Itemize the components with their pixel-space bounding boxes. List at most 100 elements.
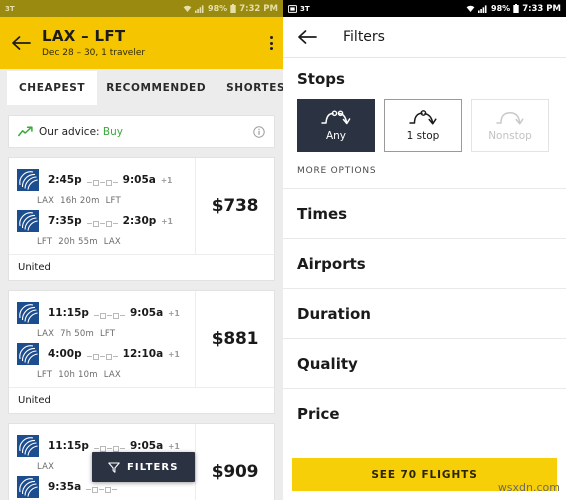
advice-text: Our advice: Buy <box>39 126 123 138</box>
tab-shortest[interactable]: SHORTEST <box>216 73 283 103</box>
flight-leg: 2:45p 9:05a +1 <box>9 165 195 195</box>
leg-times: 11:15p 9:05a +1 <box>48 440 180 452</box>
stops-option-one-stop[interactable]: 1 stop <box>384 99 462 152</box>
depart-time: 11:15p <box>48 307 89 319</box>
filter-section-label: Price <box>297 404 340 423</box>
status-bar-right-group: 98% 7:33 PM <box>466 4 561 14</box>
filters-screen: 3T 98% 7:33 PM Filters Stops Any 1 stop … <box>283 0 566 500</box>
arrive-time: 9:05a <box>122 174 156 186</box>
info-icon[interactable] <box>253 125 265 138</box>
leg-times: 4:00p 12:10a +1 <box>48 348 180 360</box>
app-bar-right: Filters <box>283 17 566 57</box>
origin-code: LAX <box>37 462 55 472</box>
filter-section-label: Quality <box>297 354 358 373</box>
filter-section-airports[interactable]: Airports <box>283 238 566 288</box>
status-bar-right-group: 98% 7:32 PM <box>183 4 278 14</box>
destination-code: LFT <box>105 196 121 206</box>
clock-label: 7:33 PM <box>522 3 561 14</box>
tab-cheapest[interactable]: CHEAPEST <box>8 72 97 104</box>
filter-section-times[interactable]: Times <box>283 188 566 238</box>
wifi-icon <box>183 5 192 13</box>
day-offset-badge: +1 <box>168 350 180 359</box>
tab-recommended[interactable]: RECOMMENDED <box>96 73 216 103</box>
carrier-label: United <box>9 387 274 413</box>
leg-info: 11:15p 9:05a +1 <box>48 440 180 452</box>
depart-time: 11:15p <box>48 440 89 452</box>
united-logo <box>17 435 39 457</box>
battery-percent-label: 98% <box>491 4 511 13</box>
watermark: wsxdn.com <box>497 481 560 494</box>
day-offset-badge: +1 <box>168 309 180 318</box>
united-logo <box>17 169 39 191</box>
back-button-left[interactable] <box>6 35 36 51</box>
united-logo <box>17 302 39 324</box>
leg-times: 7:35p 2:30p +1 <box>48 215 173 227</box>
leg-times: 11:15p 9:05a +1 <box>48 307 180 319</box>
day-offset-badge: +1 <box>160 176 173 185</box>
destination-code: LAX <box>103 237 121 247</box>
flight-leg: 4:00p 12:10a +1 <box>9 339 195 369</box>
leg-info: 9:35a <box>48 481 118 493</box>
origin-code: LFT <box>37 237 53 247</box>
flight-price: $881 <box>211 329 259 349</box>
back-arrow-icon <box>298 30 317 44</box>
filter-section-price[interactable]: Price <box>283 388 566 438</box>
one-stop-icon <box>406 109 440 127</box>
kebab-menu-icon[interactable] <box>270 36 273 50</box>
filters-fab-button[interactable]: FILTERS <box>92 452 195 482</box>
sort-tabs: CHEAPEST RECOMMENDED SHORTEST <box>0 69 283 107</box>
route-header-texts: LAX – LFT Dec 28 – 30, 1 traveler <box>42 27 146 59</box>
nonstop-icon <box>493 109 527 127</box>
two-stops-icon <box>319 109 353 127</box>
stops-option-nonstop[interactable]: Nonstop <box>471 99 549 152</box>
advice-prefix: Our advice: <box>39 125 103 138</box>
more-options-link[interactable]: MORE OPTIONS <box>283 152 566 188</box>
stops-section-title: Stops <box>297 70 345 88</box>
status-bar-left-group: 3T <box>5 5 15 13</box>
arrive-time: 9:05a <box>129 440 164 452</box>
battery-icon <box>230 4 236 13</box>
arrive-time: 9:05a <box>129 307 164 319</box>
signal-icon <box>478 4 488 13</box>
day-offset-badge: +1 <box>161 217 173 226</box>
depart-time: 9:35a <box>48 481 82 493</box>
stops-indicator-icon <box>86 353 118 360</box>
leg-times: 2:45p 9:05a +1 <box>48 174 172 186</box>
stops-option-group: Any 1 stop Nonstop <box>297 99 552 152</box>
wifi-icon <box>466 5 475 13</box>
flight-card[interactable]: 11:15p 9:05a +1 LAX 7h 50m LFT 4:00p 12:… <box>8 290 275 414</box>
destination-code: LFT <box>99 329 116 339</box>
temperature-indicator: 3T <box>300 4 310 13</box>
stops-indicator-icon <box>86 179 118 186</box>
flight-results-list[interactable]: 2:45p 9:05a +1 LAX 16h 20m LFT 7:35p 2:3… <box>0 157 283 500</box>
price-cell: $909 <box>195 424 274 500</box>
stops-option-label: Nonstop <box>488 130 532 142</box>
status-bar-right: 3T 98% 7:33 PM <box>283 0 566 17</box>
back-button-right[interactable] <box>297 29 317 45</box>
duration-label: 7h 50m <box>60 329 94 339</box>
leg-info: 4:00p 12:10a +1 <box>48 348 180 360</box>
day-offset-badge: +1 <box>168 442 180 451</box>
leg-details: LAX 16h 20m LFT <box>37 196 195 206</box>
leg-details: LFT 10h 10m LAX <box>37 370 195 380</box>
leg-info: 11:15p 9:05a +1 <box>48 307 180 319</box>
destination-code: LAX <box>103 370 121 380</box>
price-cell: $881 <box>195 291 274 387</box>
advice-action: Buy <box>102 125 123 138</box>
origin-code: LFT <box>37 370 53 380</box>
filter-section-quality[interactable]: Quality <box>283 338 566 388</box>
flight-card[interactable]: 2:45p 9:05a +1 LAX 16h 20m LFT 7:35p 2:3… <box>8 157 275 281</box>
leg-info: 7:35p 2:30p +1 <box>48 215 173 227</box>
filter-section-duration[interactable]: Duration <box>283 288 566 338</box>
stops-filter-section: Stops Any 1 stop Nonstop <box>283 58 566 152</box>
filter-section-label: Times <box>297 204 348 223</box>
stops-option-label: 1 stop <box>406 130 440 142</box>
stops-option-any[interactable]: Any <box>297 99 375 152</box>
duration-label: 20h 55m <box>58 237 98 247</box>
price-advice-banner[interactable]: Our advice: Buy <box>8 115 275 148</box>
united-logo <box>17 343 39 365</box>
signal-icon <box>195 4 205 13</box>
trip-summary-label: Dec 28 – 30, 1 traveler <box>42 48 146 59</box>
itinerary-legs: 2:45p 9:05a +1 LAX 16h 20m LFT 7:35p 2:3… <box>9 158 195 254</box>
trending-up-icon <box>18 126 33 137</box>
